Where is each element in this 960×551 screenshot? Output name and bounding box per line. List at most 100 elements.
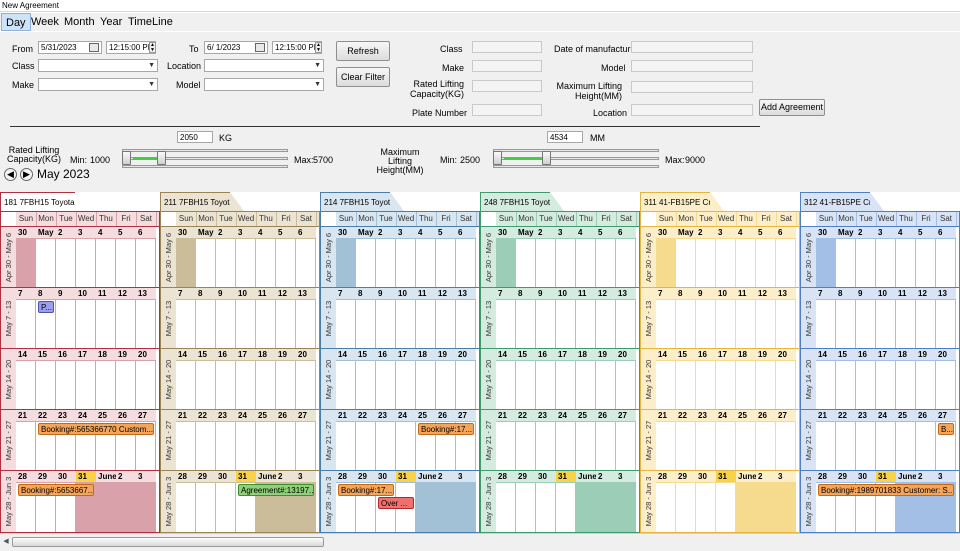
- resource-tab[interactable]: 312 41-FB15PE Crown: [800, 192, 870, 211]
- day-cell[interactable]: [516, 300, 536, 349]
- day-cell[interactable]: [296, 300, 316, 349]
- day-cell[interactable]: [576, 300, 596, 349]
- day-cell[interactable]: [256, 361, 276, 410]
- day-number[interactable]: 10: [76, 288, 96, 300]
- day-number[interactable]: 12: [276, 288, 296, 300]
- day-number[interactable]: 6: [936, 227, 956, 239]
- day-number[interactable]: 28: [16, 471, 36, 483]
- day-number[interactable]: June: [416, 471, 437, 483]
- day-number[interactable]: 30: [376, 471, 396, 483]
- day-cell[interactable]: [96, 300, 116, 349]
- day-number[interactable]: 4: [416, 227, 436, 239]
- day-cell[interactable]: [516, 483, 536, 532]
- day-cell[interactable]: [736, 422, 756, 471]
- day-cell[interactable]: [816, 361, 836, 410]
- day-number[interactable]: 19: [436, 349, 456, 361]
- day-cell[interactable]: [536, 361, 556, 410]
- day-cell[interactable]: [176, 239, 196, 288]
- day-cell[interactable]: [716, 422, 736, 471]
- day-cell[interactable]: [496, 422, 516, 471]
- day-number[interactable]: 11: [256, 288, 276, 300]
- day-cell[interactable]: [176, 483, 196, 532]
- day-cell[interactable]: [876, 361, 896, 410]
- day-cell[interactable]: [116, 300, 136, 349]
- rated-value-field[interactable]: 2050: [177, 131, 213, 143]
- day-number[interactable]: 4: [576, 227, 596, 239]
- day-number[interactable]: 2: [696, 227, 716, 239]
- day-cell[interactable]: [36, 239, 56, 288]
- day-number[interactable]: 30: [856, 471, 876, 483]
- day-cell[interactable]: [936, 300, 956, 349]
- day-cell[interactable]: [56, 300, 76, 349]
- day-number[interactable]: 30: [336, 227, 356, 239]
- day-number[interactable]: 15: [196, 349, 216, 361]
- day-number[interactable]: 16: [56, 349, 76, 361]
- day-number[interactable]: 11: [896, 288, 916, 300]
- day-cell[interactable]: [36, 361, 56, 410]
- event-bar[interactable]: Booking#:17...: [338, 484, 394, 496]
- day-cell[interactable]: [376, 239, 396, 288]
- day-number[interactable]: 8: [836, 288, 856, 300]
- day-number[interactable]: 5: [916, 227, 936, 239]
- day-number[interactable]: 18: [256, 349, 276, 361]
- day-number[interactable]: 4: [896, 227, 916, 239]
- day-number[interactable]: 22: [36, 410, 56, 422]
- day-number[interactable]: 3: [136, 471, 156, 483]
- day-cell[interactable]: [836, 300, 856, 349]
- day-cell[interactable]: [736, 239, 756, 288]
- day-cell[interactable]: [816, 300, 836, 349]
- day-cell[interactable]: [716, 483, 736, 532]
- day-number[interactable]: 2: [596, 471, 616, 483]
- day-number[interactable]: 23: [856, 410, 876, 422]
- day-number[interactable]: 12: [116, 288, 136, 300]
- day-cell[interactable]: [536, 483, 556, 532]
- day-cell[interactable]: [656, 239, 676, 288]
- day-number[interactable]: 10: [236, 288, 256, 300]
- day-number[interactable]: 23: [56, 410, 76, 422]
- day-cell[interactable]: [16, 361, 36, 410]
- day-number[interactable]: 3: [936, 471, 956, 483]
- day-number[interactable]: 3: [456, 471, 476, 483]
- day-cell[interactable]: [416, 361, 436, 410]
- day-cell[interactable]: [256, 300, 276, 349]
- rated-value-thumb[interactable]: [157, 151, 166, 165]
- day-number[interactable]: 29: [836, 471, 856, 483]
- menu-year[interactable]: Year: [96, 13, 126, 31]
- day-number[interactable]: 2: [376, 227, 396, 239]
- height-value-field[interactable]: 4534: [547, 131, 583, 143]
- day-cell[interactable]: [276, 361, 296, 410]
- day-number[interactable]: 24: [236, 410, 256, 422]
- day-cell[interactable]: [856, 422, 876, 471]
- day-number[interactable]: 20: [616, 349, 636, 361]
- day-number[interactable]: 26: [116, 410, 136, 422]
- day-number[interactable]: 30: [56, 471, 76, 483]
- day-cell[interactable]: [276, 300, 296, 349]
- day-number[interactable]: 3: [236, 227, 256, 239]
- day-cell[interactable]: [216, 483, 236, 532]
- day-cell[interactable]: [176, 300, 196, 349]
- day-number[interactable]: 3: [396, 227, 416, 239]
- day-cell[interactable]: [576, 361, 596, 410]
- day-cell[interactable]: [696, 422, 716, 471]
- to-time-spinner-icon[interactable]: ▲ ▼: [315, 42, 322, 53]
- day-number[interactable]: 18: [416, 349, 436, 361]
- day-cell[interactable]: [676, 422, 696, 471]
- day-number[interactable]: 26: [276, 410, 296, 422]
- day-number[interactable]: 23: [696, 410, 716, 422]
- next-month-button[interactable]: ▶: [20, 168, 33, 181]
- day-cell[interactable]: [456, 300, 476, 349]
- day-number[interactable]: 3: [296, 471, 316, 483]
- day-cell[interactable]: [276, 239, 296, 288]
- day-number[interactable]: 22: [196, 410, 216, 422]
- day-number[interactable]: 8: [196, 288, 216, 300]
- event-bar[interactable]: Agreement#:13197...: [238, 484, 314, 496]
- day-cell[interactable]: [516, 422, 536, 471]
- make-select[interactable]: ▼: [38, 78, 158, 91]
- day-number[interactable]: 2: [56, 227, 76, 239]
- day-cell[interactable]: [96, 483, 116, 532]
- day-cell[interactable]: [296, 239, 316, 288]
- day-cell[interactable]: [736, 361, 756, 410]
- day-cell[interactable]: [736, 483, 756, 532]
- event-bar[interactable]: Booking#:1989701833 Customer: S...: [818, 484, 954, 496]
- day-number[interactable]: 6: [296, 227, 316, 239]
